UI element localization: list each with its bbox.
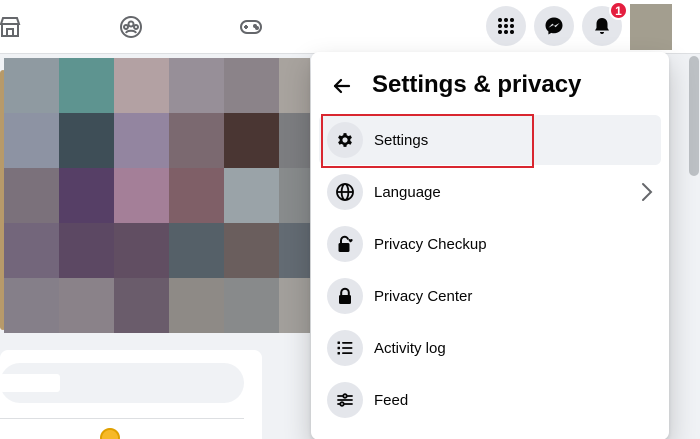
chevron-right-icon xyxy=(637,181,657,203)
notifications-bell-icon xyxy=(595,18,609,34)
menu-grid-button[interactable] xyxy=(486,6,526,46)
globe-icon xyxy=(327,174,363,210)
menu-title: Settings & privacy xyxy=(372,71,582,98)
marketplace-icon[interactable] xyxy=(0,11,26,43)
notifications-button[interactable]: 1 xyxy=(582,1,628,46)
menu-item-feed[interactable]: Feed xyxy=(319,375,661,425)
messenger-icon xyxy=(545,17,563,35)
groups-icon[interactable] xyxy=(115,11,147,43)
menu-item-privacy-center[interactable]: Privacy Center xyxy=(319,271,661,321)
menu-item-privacy-checkup[interactable]: Privacy Checkup xyxy=(319,219,661,269)
menu-item-label: Language xyxy=(374,184,441,201)
scrollbar-thumb[interactable] xyxy=(689,56,699,176)
settings-highlight-annotation xyxy=(321,114,534,168)
card-divider xyxy=(0,418,244,419)
back-arrow-icon[interactable] xyxy=(328,72,356,100)
menu-item-label: Feed xyxy=(374,392,409,409)
feed-composer-card xyxy=(0,350,262,439)
lock-heart-icon xyxy=(327,226,363,262)
profile-avatar[interactable] xyxy=(630,4,672,50)
menu-item-activity-log[interactable]: Activity log xyxy=(319,323,661,373)
messenger-button[interactable] xyxy=(534,6,574,46)
composer-redacted-text xyxy=(0,374,60,392)
menu-item-label: Activity log xyxy=(374,340,446,357)
blurred-profile-photo xyxy=(4,58,310,333)
menu-header: Settings & privacy xyxy=(311,52,669,114)
top-navigation-bar: 1 xyxy=(0,0,700,54)
menu-item-label: Privacy Center xyxy=(374,288,473,305)
menu-item-language[interactable]: Language xyxy=(319,167,661,217)
lock-icon xyxy=(327,278,363,314)
settings-privacy-dropdown: Settings & privacy Settings Language Pri… xyxy=(311,52,669,439)
list-icon xyxy=(327,330,363,366)
menu-grid-icon xyxy=(498,18,514,34)
notification-count-badge: 1 xyxy=(609,1,628,20)
gaming-icon[interactable] xyxy=(235,11,267,43)
menu-item-label: Privacy Checkup xyxy=(374,236,487,253)
sliders-icon xyxy=(327,382,363,418)
